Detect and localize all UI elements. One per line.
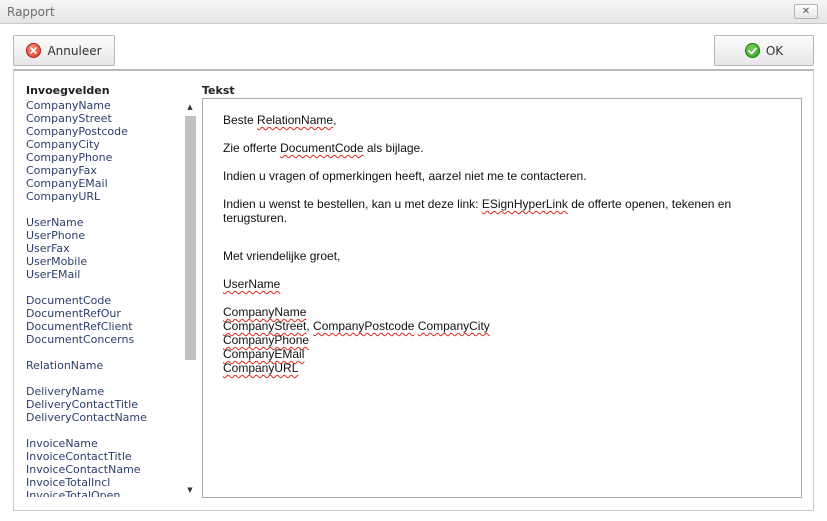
- title-bar: Rapport ✕: [0, 0, 827, 24]
- window-title: Rapport: [7, 5, 55, 19]
- company-name-field: CompanyName: [223, 305, 307, 319]
- ok-button[interactable]: OK: [714, 35, 814, 66]
- text-label: Tekst: [202, 84, 235, 97]
- scrollbar-thumb[interactable]: [185, 116, 196, 360]
- sig-email-line: CompanyEMail: [223, 347, 781, 361]
- field-item[interactable]: CompanyName: [26, 99, 181, 112]
- ok-label: OK: [765, 43, 784, 58]
- field-item[interactable]: InvoiceContactTitle: [26, 450, 181, 463]
- field-item[interactable]: RelationName: [26, 359, 181, 372]
- scroll-down-arrow-icon[interactable]: ▼: [183, 484, 197, 496]
- fields-scrollbar[interactable]: ▲ ▼: [183, 99, 197, 496]
- company-phone-field: CompanyPhone: [223, 333, 310, 347]
- field-item[interactable]: InvoiceTotalIncl: [26, 476, 181, 489]
- esign-link-field: ESignHyperLink: [481, 197, 568, 211]
- greeting-punct: ,: [333, 113, 337, 127]
- company-city-field: CompanyCity: [417, 319, 490, 333]
- field-item[interactable]: InvoiceContactName: [26, 463, 181, 476]
- close-button[interactable]: ✕: [794, 4, 818, 19]
- field-item[interactable]: InvoiceName: [26, 437, 181, 450]
- scroll-up-arrow-icon[interactable]: ▲: [183, 101, 197, 113]
- sig-address-line: CompanyStreet, CompanyPostcode CompanyCi…: [223, 319, 781, 333]
- close-icon: ✕: [801, 6, 811, 17]
- field-item[interactable]: CompanyFax: [26, 164, 181, 177]
- company-url-field: CompanyURL: [223, 361, 299, 375]
- field-item[interactable]: CompanyCity: [26, 138, 181, 151]
- order-text: Indien u wenst te bestellen, kan u met d…: [223, 197, 482, 211]
- field-item[interactable]: DocumentRefOur: [26, 307, 181, 320]
- field-item[interactable]: DeliveryContactTitle: [26, 398, 181, 411]
- field-item[interactable]: DeliveryContactName: [26, 411, 181, 424]
- greeting-text: Beste: [223, 113, 258, 127]
- attachment-text-end: als bijlage.: [363, 141, 424, 155]
- cancel-button[interactable]: Annuleer: [13, 35, 115, 66]
- questions-line: Indien u vragen of opmerkingen heeft, aa…: [223, 169, 587, 183]
- field-item[interactable]: DocumentRefClient: [26, 320, 181, 333]
- field-item[interactable]: UserEMail: [26, 268, 181, 281]
- attachment-text: Zie offerte: [223, 141, 281, 155]
- insert-fields-list[interactable]: CompanyName CompanyStreet CompanyPostcod…: [26, 99, 181, 497]
- sig-company-name: CompanyName: [223, 305, 781, 319]
- field-item[interactable]: CompanyPostcode: [26, 125, 181, 138]
- field-item[interactable]: CompanyPhone: [26, 151, 181, 164]
- cancel-label: Annuleer: [47, 43, 102, 58]
- company-email-field: CompanyEMail: [223, 347, 305, 361]
- closing-line: Met vriendelijke groet,: [223, 249, 341, 263]
- field-item[interactable]: CompanyURL: [26, 190, 181, 203]
- field-item[interactable]: DocumentConcerns: [26, 333, 181, 346]
- field-item[interactable]: UserName: [26, 216, 181, 229]
- field-item[interactable]: InvoiceTotalOpen: [26, 489, 181, 497]
- greeting-line: Beste RelationName,: [223, 113, 781, 127]
- field-item[interactable]: UserPhone: [26, 229, 181, 242]
- attachment-line: Zie offerte DocumentCode als bijlage.: [223, 141, 781, 155]
- checkmark-icon: [744, 43, 760, 58]
- field-item[interactable]: UserMobile: [26, 255, 181, 268]
- field-item[interactable]: DocumentCode: [26, 294, 181, 307]
- report-panel: Invoegvelden CompanyName CompanyStreet C…: [13, 69, 814, 511]
- document-code-field: DocumentCode: [280, 141, 364, 155]
- cancel-icon: [26, 43, 42, 58]
- company-street-field: CompanyStreet: [223, 319, 307, 333]
- field-item[interactable]: DeliveryName: [26, 385, 181, 398]
- relation-name-field: RelationName: [257, 113, 334, 127]
- user-name-line: UserName: [223, 277, 781, 291]
- field-item[interactable]: CompanyStreet: [26, 112, 181, 125]
- field-item[interactable]: CompanyEMail: [26, 177, 181, 190]
- text-editor[interactable]: Beste RelationName, Zie offerte Document…: [202, 98, 802, 498]
- sig-phone-line: CompanyPhone: [223, 333, 781, 347]
- sig-url-line: CompanyURL: [223, 361, 781, 375]
- user-name-field: UserName: [223, 277, 281, 291]
- order-line: Indien u wenst te bestellen, kan u met d…: [223, 197, 781, 225]
- field-item[interactable]: UserFax: [26, 242, 181, 255]
- company-postcode-field: CompanyPostcode: [313, 319, 415, 333]
- fields-heading: Invoegvelden: [26, 84, 110, 97]
